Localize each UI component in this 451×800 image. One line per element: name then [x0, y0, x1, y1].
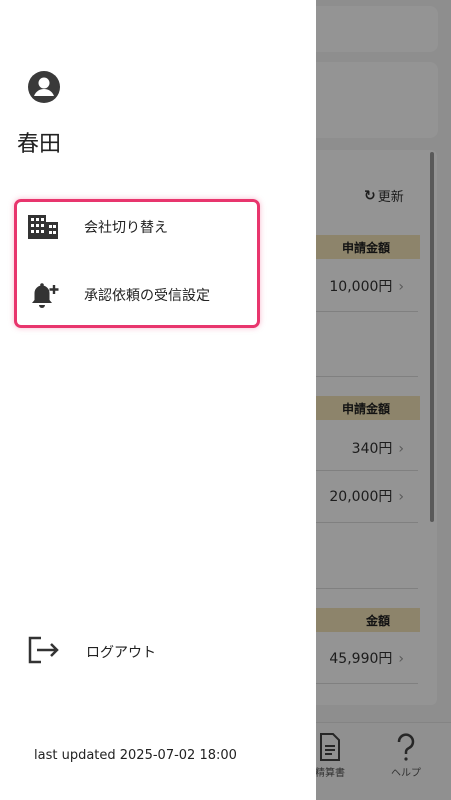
menu-item-switch-company[interactable]: 会社切り替え [27, 211, 247, 243]
building-icon [27, 212, 61, 242]
user-name: 春田 [17, 132, 62, 157]
logout-button[interactable]: ログアウト [27, 636, 156, 668]
menu-item-label: 承認依頼の受信設定 [84, 288, 210, 304]
last-updated-text: last updated 2025-07-02 18:00 [34, 748, 237, 763]
navigation-drawer: 春田 会社切り替え 承認依頼の受信設定 ログアウト last updated 2… [0, 0, 316, 800]
bell-plus-icon [27, 280, 61, 310]
logout-label: ログアウト [86, 645, 156, 661]
logout-icon [27, 635, 61, 669]
menu-item-approval-notification-settings[interactable]: 承認依頼の受信設定 [27, 279, 247, 311]
account-icon [28, 71, 60, 103]
menu-item-label: 会社切り替え [84, 220, 168, 236]
